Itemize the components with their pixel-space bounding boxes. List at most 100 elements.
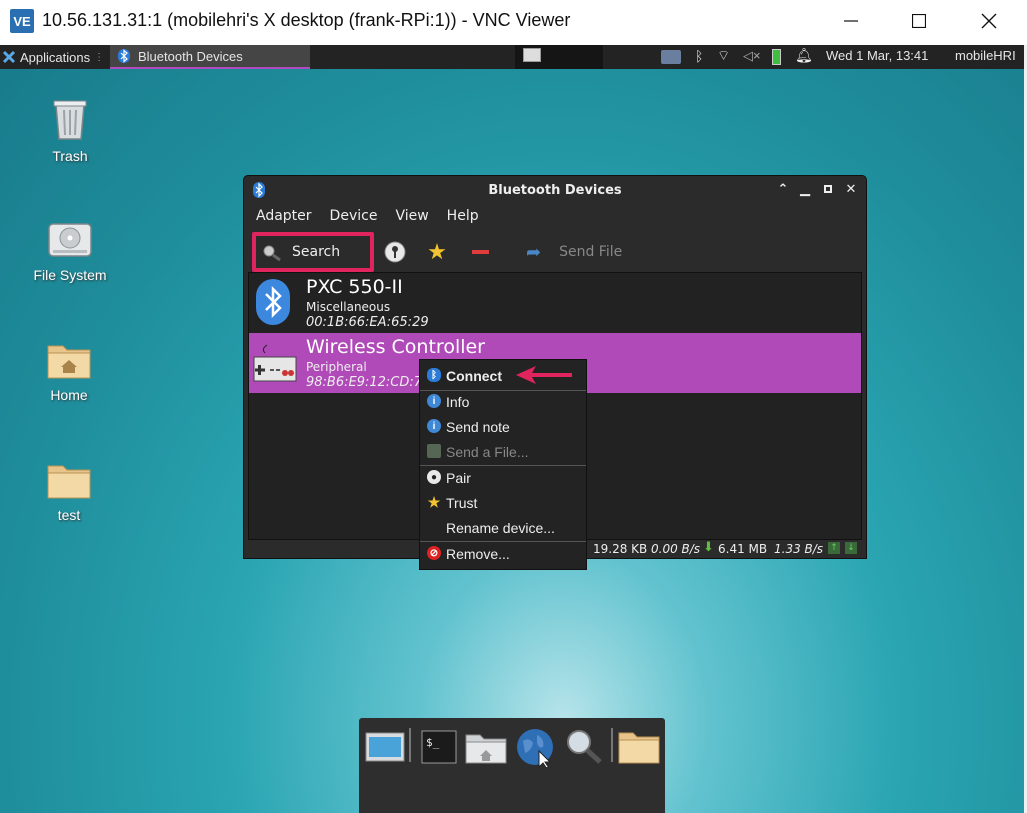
desktop-icon-trash[interactable]: Trash — [20, 95, 120, 164]
key-icon: ● — [427, 470, 441, 484]
magnifier-icon — [567, 730, 602, 764]
desktop-icon-home[interactable]: Home — [19, 340, 119, 403]
menu-device[interactable]: Device — [330, 208, 378, 224]
device-address: 98:B6:E9:12:CD:7C — [306, 375, 432, 390]
close-icon: ✕ — [845, 181, 857, 197]
workspace-icon — [523, 48, 541, 62]
connect-label: Connect — [446, 367, 502, 384]
menu-item-info[interactable]: i Info — [420, 389, 586, 414]
file-manager-icon — [465, 734, 507, 764]
minimize-icon: ▁ — [800, 181, 810, 197]
bluetooth-icon: ᛒ — [427, 368, 441, 382]
key-icon — [384, 241, 406, 263]
bt-maximize-button[interactable] — [821, 182, 835, 196]
menu-help[interactable]: Help — [447, 208, 479, 224]
home-folder-icon — [47, 345, 91, 379]
dock-terminal[interactable]: $_ — [417, 726, 461, 768]
vnc-window-title: 10.56.131.31:1 (mobilehri's X desktop (f… — [42, 10, 571, 30]
star-icon: ★ — [427, 239, 447, 265]
device-type: Miscellaneous — [306, 300, 391, 314]
desktop-icon-label: Trash — [52, 148, 88, 164]
info-icon: i — [427, 394, 441, 408]
device-context-menu: ᛒ Connect i Info i Send note Send a File… — [419, 359, 587, 570]
bt-titlebar[interactable]: Bluetooth Devices ⌃ ▁ ✕ — [244, 176, 866, 204]
folder-icon — [618, 732, 660, 764]
remove-button[interactable] — [468, 240, 492, 264]
menu-item-pair[interactable]: ● Pair — [420, 465, 586, 490]
system-tray: ᛒ ⌔ ◁× 🔔︎ — [655, 45, 815, 69]
vnc-titlebar: VE 10.56.131.31:1 (mobilehri's X desktop… — [0, 0, 1027, 45]
star-icon: ★ — [427, 493, 441, 510]
minus-icon — [471, 250, 489, 254]
wifi-icon[interactable]: ⌔ — [717, 47, 730, 65]
upload-led-icon: ↑ — [828, 542, 840, 554]
terminal-icon: $_ — [421, 730, 457, 764]
taskbar-bluetooth-devices[interactable]: Bluetooth Devices — [110, 45, 310, 69]
prohibited-icon: ⊘ — [427, 546, 441, 560]
user-menu[interactable]: mobileHRI — [955, 48, 1016, 63]
top-panel: Applications ⋮ Bluetooth Devices ᛒ ⌔ ◁× … — [0, 45, 1024, 69]
volume-muted-icon[interactable]: ◁× — [743, 48, 761, 64]
battery-icon[interactable] — [772, 49, 781, 65]
bt-close-button[interactable]: ✕ — [844, 181, 858, 197]
maximize-icon — [824, 185, 832, 193]
network-manager-icon[interactable] — [661, 50, 681, 64]
menu-view[interactable]: View — [395, 208, 428, 224]
dock-show-desktop[interactable] — [363, 726, 407, 768]
trust-button[interactable]: ★ — [425, 239, 449, 265]
trash-icon — [53, 100, 87, 140]
device-address: 00:1B:66:EA:65:29 — [306, 315, 429, 330]
bluetooth-icon — [118, 49, 130, 63]
dock-search[interactable] — [561, 726, 605, 768]
search-label: Search — [292, 244, 341, 260]
send-file-button[interactable]: ➦ Send File — [526, 240, 622, 264]
maximize-button[interactable] — [896, 6, 942, 36]
globe-icon — [517, 729, 553, 767]
remove-label: Remove... — [446, 545, 510, 562]
send-file-label: Send File — [559, 244, 623, 260]
device-row-pxc[interactable]: PXC 550-II Miscellaneous 00:1B:66:EA:65:… — [249, 273, 861, 333]
minimize-button[interactable] — [828, 6, 874, 36]
bottom-dock: $_ — [359, 718, 665, 813]
bt-menubar: Adapter Device View Help — [244, 204, 866, 228]
close-button[interactable] — [966, 6, 1012, 36]
dock-web-browser[interactable] — [513, 726, 557, 768]
bt-shade-button[interactable]: ⌃ — [776, 181, 790, 197]
bt-minimize-button[interactable]: ▁ — [798, 181, 812, 197]
menu-item-remove[interactable]: ⊘ Remove... — [420, 541, 586, 566]
search-button[interactable]: Search — [252, 232, 374, 272]
applications-handle-icon: ⋮ — [94, 51, 105, 63]
chevron-up-icon: ⌃ — [777, 181, 789, 197]
desktop-icon-test[interactable]: test — [19, 460, 119, 523]
bluetooth-tray-icon[interactable]: ᛒ — [695, 48, 703, 64]
pair-label: Pair — [446, 469, 471, 486]
close-icon — [981, 13, 997, 29]
desktop: Applications ⋮ Bluetooth Devices ᛒ ⌔ ◁× … — [0, 45, 1024, 813]
xfce-logo-icon — [2, 50, 16, 64]
menu-adapter[interactable]: Adapter — [256, 208, 312, 224]
svg-text:$_: $_ — [426, 736, 440, 749]
applications-menu[interactable]: Applications ⋮ — [2, 45, 104, 69]
notification-bell-icon[interactable]: 🔔︎ — [795, 47, 813, 64]
send-rate: 1.33 B/s — [774, 542, 824, 556]
menu-item-trust[interactable]: ★ Trust — [420, 490, 586, 515]
trust-label: Trust — [446, 494, 478, 511]
menu-item-rename[interactable]: Rename device... — [420, 515, 586, 540]
drive-icon — [48, 223, 92, 257]
vnc-logo-icon: VE — [10, 9, 34, 33]
pair-button[interactable] — [383, 240, 407, 264]
info-label: Info — [446, 393, 470, 410]
bt-window-title: Bluetooth Devices — [488, 183, 622, 198]
clock[interactable]: Wed 1 Mar, 13:41 — [826, 48, 928, 63]
menu-item-send-file[interactable]: Send a File... — [420, 439, 586, 464]
dock-home-folder[interactable] — [617, 726, 661, 768]
sent-bytes: 6.41 MB — [718, 542, 768, 556]
menu-item-send-note[interactable]: i Send note — [420, 414, 586, 439]
device-name: PXC 550-II — [306, 276, 403, 298]
dock-file-manager[interactable] — [464, 726, 508, 768]
taskbar-label: Bluetooth Devices — [138, 48, 243, 64]
panel-workspace-area[interactable] — [515, 45, 603, 69]
device-type: Peripheral — [306, 360, 367, 374]
desktop-icon-file-system[interactable]: File System — [20, 220, 120, 283]
pointer-arrow-annotation-icon — [516, 366, 572, 384]
